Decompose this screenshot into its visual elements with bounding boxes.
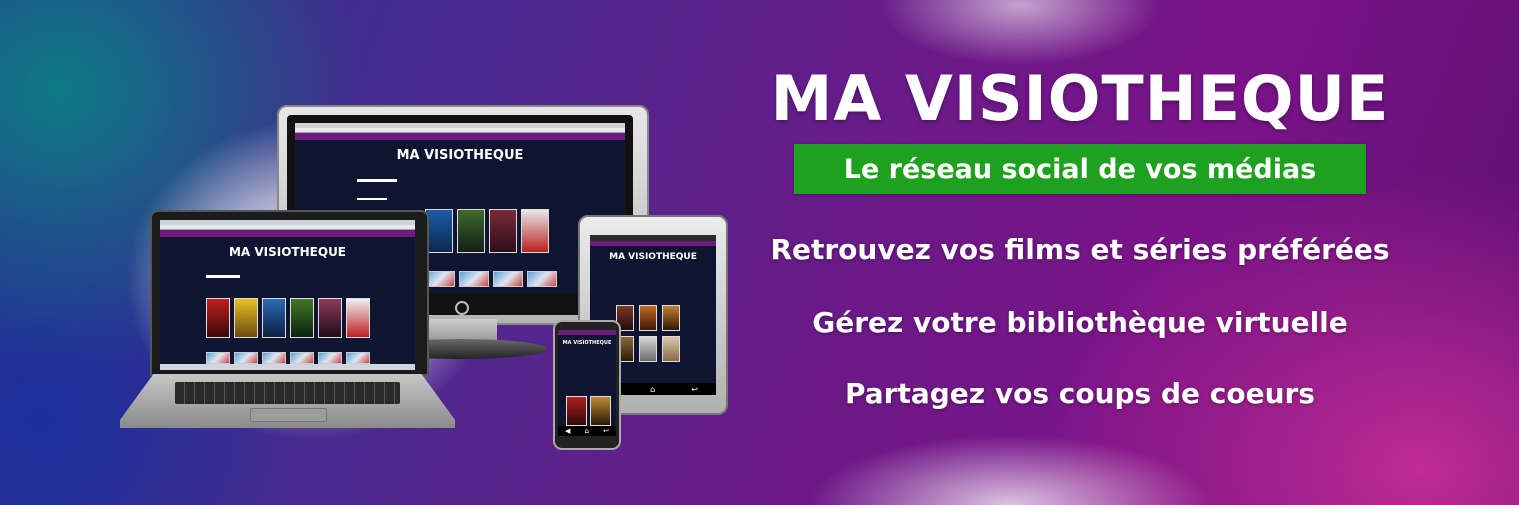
laptop-touchpad bbox=[250, 408, 327, 422]
laptop-posters bbox=[206, 298, 370, 338]
tablet-site-title: MA VISIOTHEQUE bbox=[609, 252, 697, 262]
poster bbox=[566, 396, 587, 426]
thumbnail bbox=[527, 271, 557, 287]
thumbnail bbox=[206, 352, 230, 364]
poster bbox=[662, 336, 680, 362]
feature-line-2: Gérez votre bibliothèque virtuelle bbox=[812, 306, 1348, 339]
monitor-site-title: MA VISIOTHEQUE bbox=[396, 148, 524, 163]
promo-banner: MA VISIOTHEQUE MA VISIOTHEQUE MA VISIOTH… bbox=[0, 0, 1519, 505]
thumbnail bbox=[290, 352, 314, 364]
tagline-box: Le réseau social de vos médias bbox=[794, 144, 1366, 194]
laptop-screen: MA VISIOTHEQUE bbox=[160, 220, 415, 370]
welcome-line bbox=[357, 179, 397, 182]
poster bbox=[234, 298, 258, 338]
section-line bbox=[357, 198, 387, 200]
phone-posters bbox=[566, 396, 611, 426]
phone-screen: MA VISIOTHEQUE ◀ ⌂ ↩ bbox=[558, 330, 616, 436]
tablet-posters bbox=[616, 305, 696, 362]
thumbnail bbox=[459, 271, 489, 287]
return-icon[interactable]: ↩ bbox=[691, 385, 698, 394]
thumbnail bbox=[493, 271, 523, 287]
site-navbar bbox=[295, 133, 625, 140]
laptop-keyboard bbox=[175, 382, 400, 404]
poster bbox=[206, 298, 230, 338]
poster bbox=[489, 209, 517, 253]
poster bbox=[457, 209, 485, 253]
return-icon[interactable]: ↩ bbox=[603, 427, 609, 435]
laptop-site-title: MA VISIOTHEQUE bbox=[228, 245, 347, 259]
poster bbox=[318, 298, 342, 338]
feature-line-3: Partagez vos coups de coeurs bbox=[845, 377, 1315, 410]
site-navbar bbox=[590, 241, 716, 246]
phone-mockup: MA VISIOTHEQUE ◀ ⌂ ↩ bbox=[553, 320, 621, 450]
site-navbar bbox=[160, 230, 415, 237]
thumbnail bbox=[234, 352, 258, 364]
laptop-thumbs bbox=[206, 352, 370, 364]
phone-nav-bar: ◀ ⌂ ↩ bbox=[558, 426, 616, 436]
poster bbox=[262, 298, 286, 338]
poster bbox=[521, 209, 549, 253]
poster bbox=[590, 396, 611, 426]
site-navbar bbox=[558, 330, 616, 335]
headline: MA VISIOTHEQUE bbox=[770, 62, 1390, 135]
thumbnail bbox=[262, 352, 286, 364]
os-taskbar bbox=[160, 364, 415, 370]
tagline: Le réseau social de vos médias bbox=[843, 153, 1317, 185]
poster bbox=[662, 305, 680, 331]
back-icon[interactable]: ◀ bbox=[565, 427, 570, 435]
poster bbox=[639, 305, 657, 331]
thumbnail bbox=[318, 352, 342, 364]
home-icon[interactable]: ⌂ bbox=[650, 385, 655, 394]
home-icon[interactable]: ⌂ bbox=[585, 427, 589, 435]
thumbnail bbox=[346, 352, 370, 364]
welcome-line bbox=[206, 275, 240, 278]
phone-site-title: MA VISIOTHEQUE bbox=[562, 340, 612, 346]
poster bbox=[290, 298, 314, 338]
poster bbox=[346, 298, 370, 338]
feature-line-1: Retrouvez vos films et séries préférées bbox=[770, 233, 1390, 266]
poster bbox=[639, 336, 657, 362]
laptop-mockup: MA VISIOTHEQUE bbox=[120, 210, 455, 430]
power-icon bbox=[455, 301, 469, 315]
